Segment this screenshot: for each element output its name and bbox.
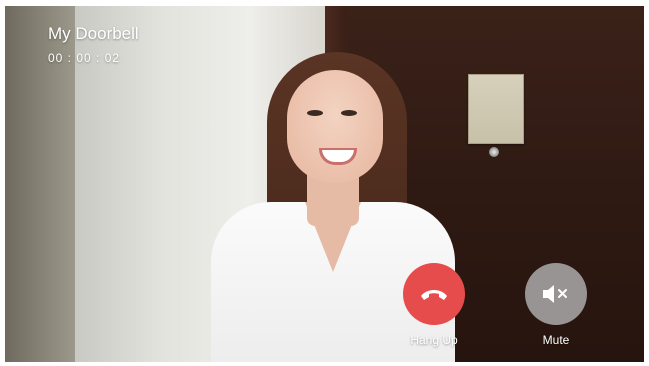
speaker-mute-icon — [543, 285, 567, 303]
phone-hangup-icon — [421, 290, 447, 300]
hang-up-label: Hang Up — [410, 333, 458, 347]
hang-up-button[interactable] — [403, 263, 465, 325]
visitor-face — [287, 70, 383, 182]
call-timer: 00 : 00 : 02 — [48, 51, 121, 65]
device-title: My Doorbell — [48, 24, 139, 43]
mute-label: Mute — [542, 333, 570, 347]
visitor-eye-left — [307, 110, 323, 116]
door-peephole — [489, 147, 499, 157]
visitor-eye-right — [341, 110, 357, 116]
door-plate — [468, 74, 524, 144]
mute-button[interactable] — [525, 263, 587, 325]
